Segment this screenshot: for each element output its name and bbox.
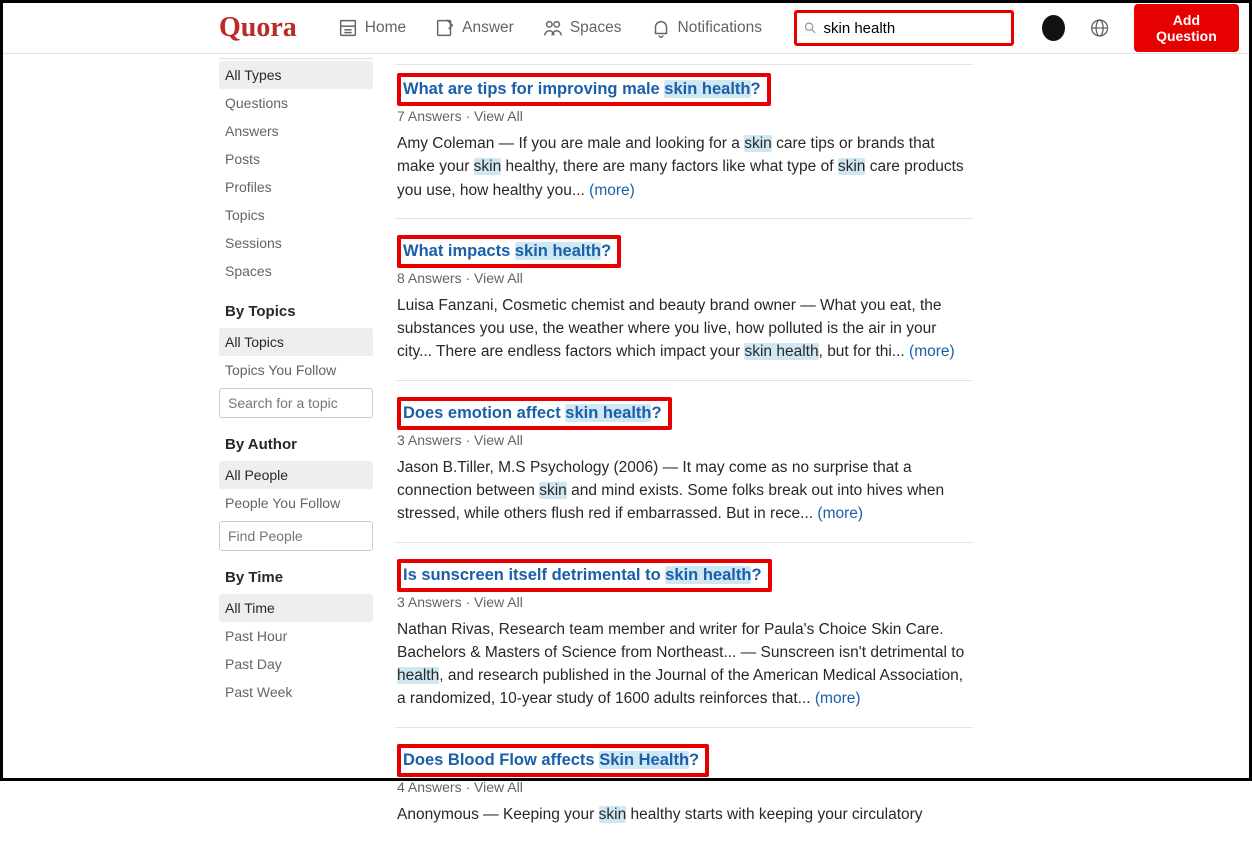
bell-icon (650, 17, 672, 39)
sidebar-item[interactable]: Past Week (219, 678, 373, 706)
more-link[interactable]: (more) (909, 343, 955, 360)
globe-icon[interactable] (1089, 16, 1110, 40)
sidebar-item[interactable]: Profiles (219, 173, 373, 201)
home-icon (337, 17, 359, 39)
more-link[interactable]: (more) (589, 182, 635, 199)
avatar[interactable] (1042, 15, 1065, 41)
view-all-link[interactable]: View All (474, 108, 523, 124)
result-title-highlight: What are tips for improving male skin he… (397, 73, 771, 106)
nav-notifications-label: Notifications (678, 19, 762, 37)
sidebar-item[interactable]: Past Hour (219, 622, 373, 650)
result-title-link[interactable]: What are tips for improving male skin he… (403, 80, 761, 98)
sidebar-item[interactable]: Sessions (219, 229, 373, 257)
spaces-icon (542, 17, 564, 39)
view-all-link[interactable]: View All (474, 594, 523, 610)
result-meta: 8 Answers · View All (397, 270, 973, 286)
header: Quora Home Answer Spaces Notifications A… (3, 3, 1249, 54)
divider (219, 58, 373, 59)
sidebar: All TypesQuestionsAnswersPostsProfilesTo… (219, 54, 373, 842)
result-snippet: Anonymous — Keeping your skin healthy st… (397, 803, 973, 826)
search-box[interactable] (794, 10, 1014, 46)
logo[interactable]: Quora (219, 12, 297, 44)
result-meta: 3 Answers · View All (397, 594, 973, 610)
result-snippet: Nathan Rivas, Research team member and w… (397, 618, 973, 711)
result-snippet: Jason B.Tiller, M.S Psychology (2006) — … (397, 456, 973, 526)
result-title-link[interactable]: Does Blood Flow affects Skin Health? (403, 751, 699, 769)
search-result: What are tips for improving male skin he… (395, 65, 973, 219)
nav-answer-label: Answer (462, 19, 514, 37)
sidebar-item[interactable]: Topics You Follow (219, 356, 373, 384)
result-title-highlight: Does emotion affect skin health? (397, 397, 672, 430)
nav-notifications[interactable]: Notifications (640, 11, 772, 45)
result-title-highlight: What impacts skin health? (397, 235, 621, 268)
nav-spaces[interactable]: Spaces (532, 11, 632, 45)
sidebar-item[interactable]: All Time (219, 594, 373, 622)
search-results: What are tips for improving male skin he… (373, 54, 973, 842)
result-title-highlight: Does Blood Flow affects Skin Health? (397, 744, 709, 777)
sidebar-item[interactable]: All Topics (219, 328, 373, 356)
result-title-link[interactable]: Does emotion affect skin health? (403, 404, 662, 422)
more-link[interactable]: (more) (817, 505, 863, 522)
nav-answer[interactable]: Answer (424, 11, 524, 45)
nav-home-label: Home (365, 19, 406, 37)
sidebar-item[interactable]: Posts (219, 145, 373, 173)
sidebar-item[interactable]: All People (219, 461, 373, 489)
sidebar-item[interactable]: Answers (219, 117, 373, 145)
result-title-link[interactable]: Is sunscreen itself detrimental to skin … (403, 566, 762, 584)
nav-spaces-label: Spaces (570, 19, 622, 37)
view-all-link[interactable]: View All (474, 270, 523, 286)
result-title-link[interactable]: What impacts skin health? (403, 242, 611, 260)
result-snippet: Amy Coleman — If you are male and lookin… (397, 132, 973, 202)
by-topics-heading: By Topics (219, 285, 373, 328)
add-question-button[interactable]: Add Question (1134, 4, 1239, 52)
result-snippet: Luisa Fanzani, Cosmetic chemist and beau… (397, 294, 973, 364)
sidebar-item[interactable]: Topics (219, 201, 373, 229)
sidebar-item[interactable]: Spaces (219, 257, 373, 285)
search-icon (803, 20, 818, 36)
by-author-heading: By Author (219, 418, 373, 461)
answer-icon (434, 17, 456, 39)
search-result: Does emotion affect skin health? 3 Answer… (395, 381, 973, 543)
sidebar-item[interactable]: People You Follow (219, 489, 373, 517)
result-meta: 7 Answers · View All (397, 108, 973, 124)
search-result: What impacts skin health? 8 Answers · Vie… (395, 219, 973, 381)
search-result: Does Blood Flow affects Skin Health? 4 An… (395, 728, 973, 842)
people-search-input[interactable] (219, 521, 373, 551)
topic-search-input[interactable] (219, 388, 373, 418)
search-result: Is sunscreen itself detrimental to skin … (395, 543, 973, 728)
by-time-heading: By Time (219, 551, 373, 594)
more-link[interactable]: (more) (815, 690, 861, 707)
result-meta: 3 Answers · View All (397, 432, 973, 448)
result-meta: 4 Answers · View All (397, 779, 973, 795)
nav-home[interactable]: Home (327, 11, 416, 45)
result-title-highlight: Is sunscreen itself detrimental to skin … (397, 559, 772, 592)
sidebar-item[interactable]: Questions (219, 89, 373, 117)
sidebar-item[interactable]: Past Day (219, 650, 373, 678)
search-input[interactable] (821, 20, 1004, 37)
view-all-link[interactable]: View All (474, 432, 523, 448)
view-all-link[interactable]: View All (474, 779, 523, 795)
sidebar-item[interactable]: All Types (219, 61, 373, 89)
